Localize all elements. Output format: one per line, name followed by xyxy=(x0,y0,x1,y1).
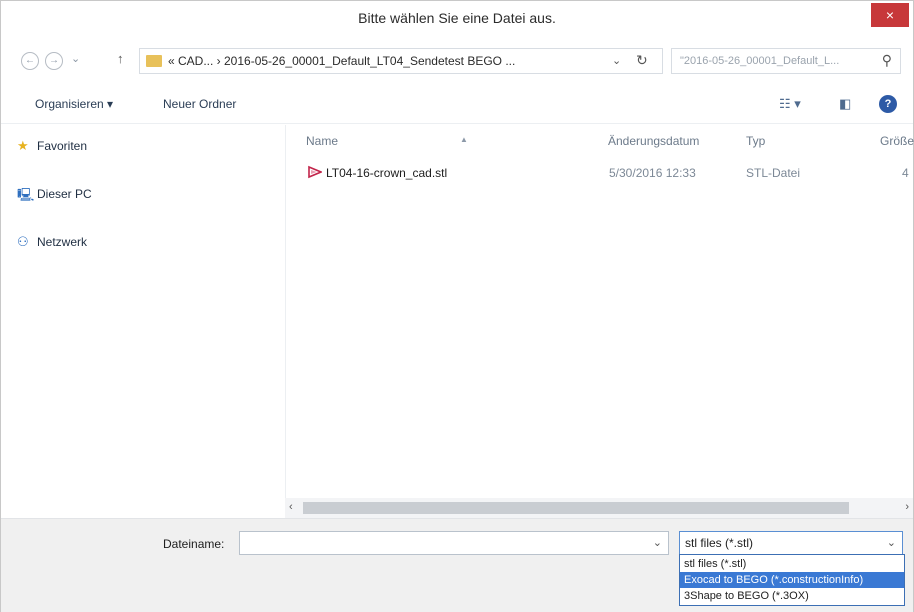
refresh-button[interactable]: ↻ xyxy=(636,52,648,69)
file-open-dialog: Bitte wählen Sie eine Datei aus. × ← → ⌄… xyxy=(0,0,914,612)
column-header-size[interactable]: Größe xyxy=(880,134,914,148)
file-type-dropdown: stl files (*.stl) Exocad to BEGO (*.cons… xyxy=(679,554,905,606)
title-bar: Bitte wählen Sie eine Datei aus. × xyxy=(1,1,913,37)
organize-button[interactable]: Organisieren ▾ xyxy=(35,97,113,111)
command-toolbar: Organisieren ▾ Neuer Ordner ☷ ▾ ◧ ? xyxy=(1,86,913,124)
file-type-value: stl files (*.stl) xyxy=(685,536,754,550)
computer-icon: 🖳 xyxy=(17,187,35,202)
filename-input[interactable]: ⌄ xyxy=(239,531,669,555)
stl-file-icon xyxy=(308,165,322,179)
scroll-right-icon[interactable]: › xyxy=(905,501,909,513)
new-folder-button[interactable]: Neuer Ordner xyxy=(163,97,236,111)
sidebar-item-label: Netzwerk xyxy=(37,235,88,249)
sidebar-item-this-pc[interactable]: 🖳 Dieser PC xyxy=(17,187,92,202)
file-type-option[interactable]: stl files (*.stl) xyxy=(680,556,904,572)
file-type: STL-Datei xyxy=(746,166,801,180)
column-header-name[interactable]: Name ▲ xyxy=(306,134,468,148)
file-size: 4 xyxy=(902,166,909,180)
sidebar-item-label: Favoriten xyxy=(37,139,88,153)
chevron-down-icon[interactable]: ⌄ xyxy=(653,536,662,549)
folder-icon xyxy=(146,55,162,67)
filename-label: Dateiname: xyxy=(163,537,225,551)
file-type-option[interactable]: 3Shape to BEGO (*.3OX) xyxy=(680,588,904,604)
navigation-pane: ★ Favoriten 🖳 Dieser PC ⚇ Netzwerk xyxy=(1,125,285,511)
scroll-left-icon[interactable]: ‹ xyxy=(289,501,293,513)
network-icon: ⚇ xyxy=(17,234,29,249)
search-input[interactable]: "2016-05-26_00001_Default_L... xyxy=(680,55,839,67)
up-button[interactable]: ↑ xyxy=(117,51,124,66)
column-header-type[interactable]: Typ xyxy=(746,134,765,148)
file-list: Name ▲ Änderungsdatum Typ Größe LT04-16-… xyxy=(285,125,914,505)
sidebar-item-network[interactable]: ⚇ Netzwerk xyxy=(17,234,88,249)
column-header-date[interactable]: Änderungsdatum xyxy=(608,134,699,148)
scrollbar-thumb[interactable] xyxy=(303,502,849,514)
dialog-title: Bitte wählen Sie eine Datei aus. xyxy=(358,10,556,26)
navigation-bar: ← → ⌄ ↑ « CAD... › 2016-05-26_00001_Defa… xyxy=(1,44,913,78)
column-name-label: Name xyxy=(306,134,339,148)
recent-locations-button[interactable]: ⌄ xyxy=(71,52,80,65)
close-button[interactable]: × xyxy=(871,3,909,27)
address-path[interactable]: « CAD... › 2016-05-26_00001_Default_LT04… xyxy=(168,54,515,68)
file-type-option-selected[interactable]: Exocad to BEGO (*.constructionInfo) xyxy=(680,572,904,588)
star-icon: ★ xyxy=(17,138,29,153)
back-button[interactable]: ← xyxy=(21,52,39,70)
horizontal-scrollbar[interactable]: ‹ › xyxy=(285,498,913,518)
preview-pane-icon[interactable]: ◧ xyxy=(839,96,851,112)
address-history-button[interactable]: ⌄ xyxy=(612,54,621,67)
address-bar[interactable]: « CAD... › 2016-05-26_00001_Default_LT04… xyxy=(139,48,663,74)
search-icon[interactable]: ⚲ xyxy=(882,52,892,69)
sidebar-item-favorites[interactable]: ★ Favoriten xyxy=(17,138,88,153)
search-box[interactable]: "2016-05-26_00001_Default_L... ⚲ xyxy=(671,48,901,74)
file-date: 5/30/2016 12:33 xyxy=(609,166,696,180)
view-options-icon[interactable]: ☷ ▾ xyxy=(779,96,801,112)
sidebar-item-label: Dieser PC xyxy=(37,187,92,201)
forward-button[interactable]: → xyxy=(45,52,63,70)
file-row[interactable]: LT04-16-crown_cad.stl 5/30/2016 12:33 ST… xyxy=(286,161,914,185)
file-name: LT04-16-crown_cad.stl xyxy=(326,166,448,180)
chevron-down-icon[interactable]: ⌄ xyxy=(887,536,896,549)
help-icon[interactable]: ? xyxy=(879,95,897,113)
sort-ascending-icon: ▲ xyxy=(460,135,468,144)
file-type-select[interactable]: stl files (*.stl) ⌄ xyxy=(679,531,903,555)
